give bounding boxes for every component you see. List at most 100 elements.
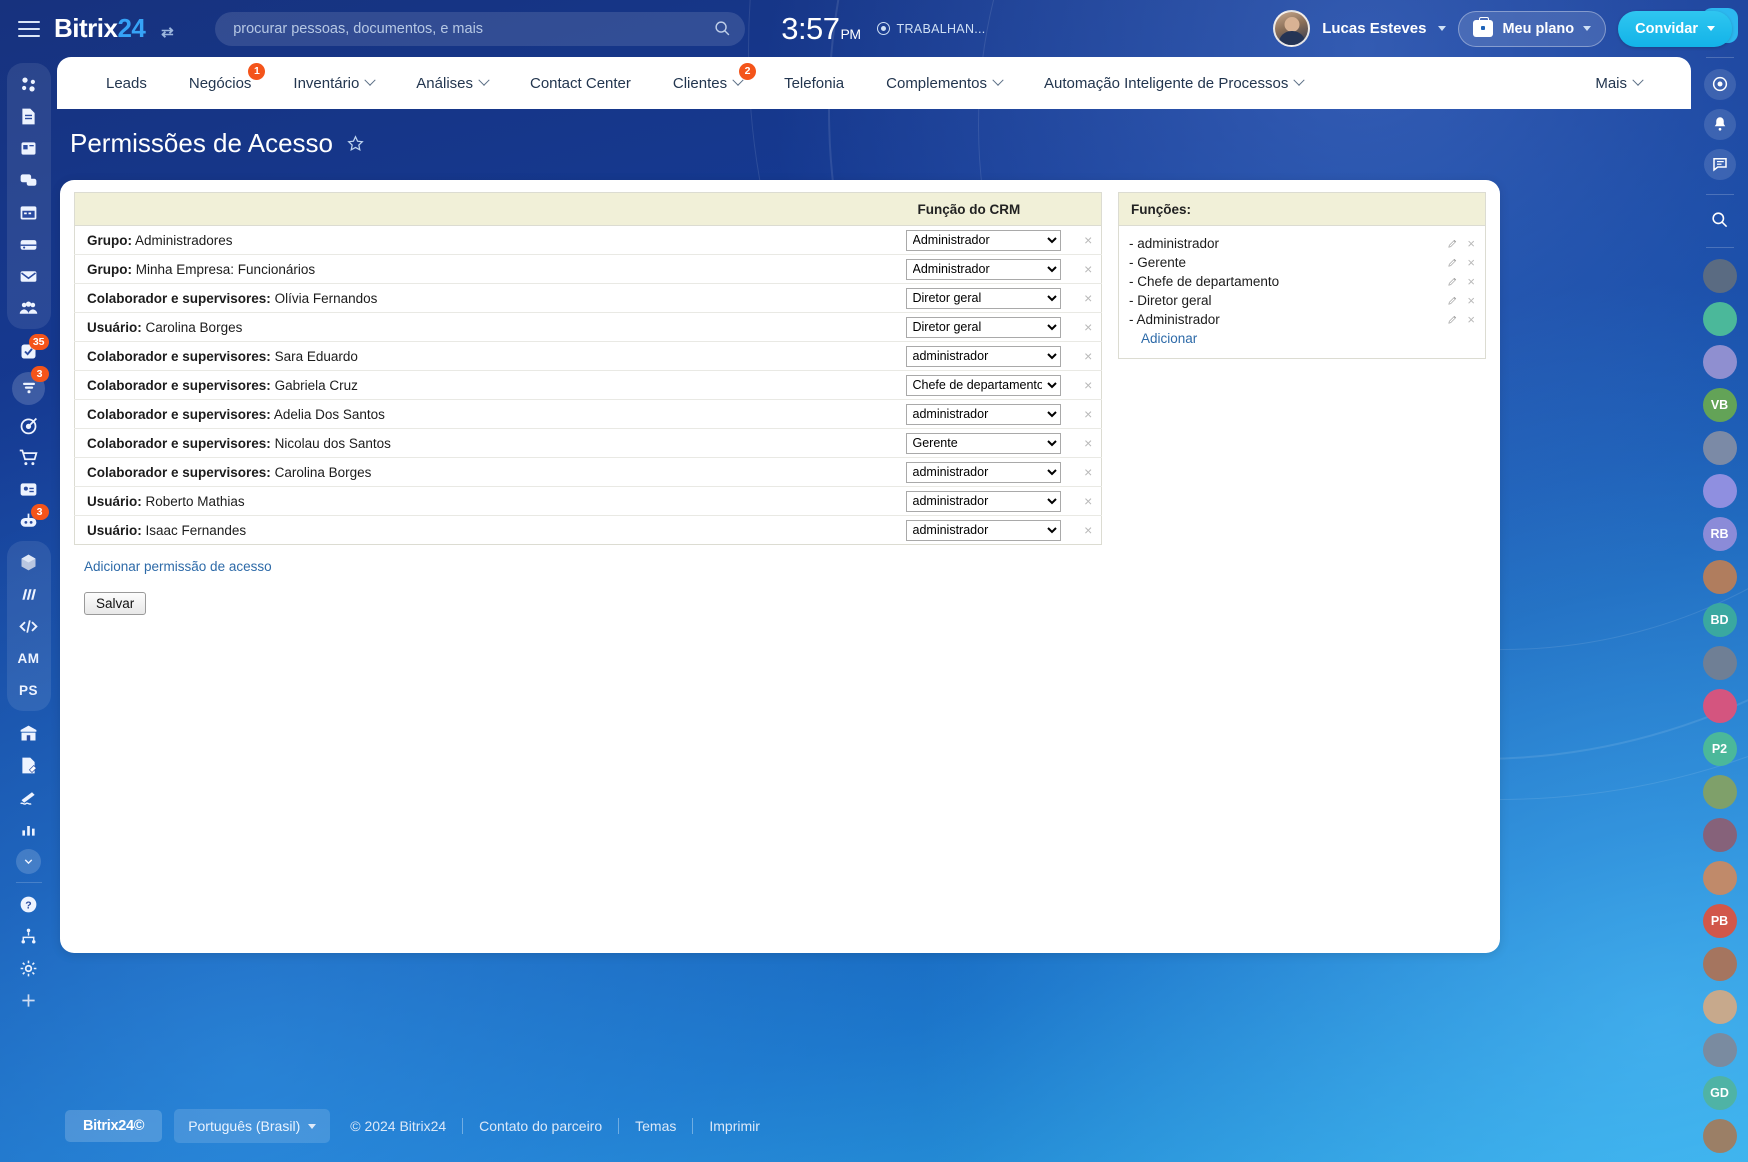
sidebar-item-news[interactable] [7,132,51,164]
sidebar-item-calendar[interactable] [7,196,51,228]
add-access-permission-link[interactable]: Adicionar permissão de acesso [84,559,272,574]
close-icon[interactable]: × [1467,237,1475,250]
nav-item-clientes[interactable]: Clientes2 [652,57,763,109]
notifications-button[interactable] [1704,109,1736,140]
my-plan-button[interactable]: Meu plano [1458,11,1606,47]
close-icon[interactable]: × [1084,407,1092,421]
close-icon[interactable]: × [1084,320,1092,334]
role-select[interactable]: administradorGerenteChefe de departament… [906,230,1061,251]
sidebar-item-drive[interactable] [7,228,51,260]
close-icon[interactable]: × [1467,256,1475,269]
global-search[interactable] [215,12,745,46]
hamburger-icon[interactable] [18,21,40,37]
role-select[interactable]: administradorGerenteChefe de departament… [906,346,1061,367]
sidebar-item-groups[interactable] [7,292,51,324]
nav-item-neg-cios[interactable]: Negócios1 [168,57,273,109]
avatar[interactable]: PB [1703,904,1737,938]
avatar[interactable] [1703,1033,1737,1067]
language-selector[interactable]: Português (Brasil) [174,1109,330,1143]
avatar[interactable] [1703,646,1737,680]
role-select[interactable]: administradorGerenteChefe de departament… [906,520,1061,541]
sidebar-item-cart[interactable] [7,441,51,473]
avatar[interactable] [1703,775,1737,809]
role-select[interactable]: administradorGerenteChefe de departament… [906,491,1061,512]
avatar[interactable] [1703,431,1737,465]
close-icon[interactable]: × [1084,378,1092,392]
sidebar-item-bot[interactable]: 3 [7,505,51,537]
sidebar-item-code[interactable] [7,610,51,642]
close-icon[interactable]: × [1084,523,1092,537]
pencil-icon[interactable] [1447,314,1458,325]
avatar[interactable]: RB [1703,517,1737,551]
avatar[interactable] [1703,345,1737,379]
footer-link-print[interactable]: Imprimir [709,1118,760,1134]
role-select[interactable]: administradorGerenteChefe de departament… [906,288,1061,309]
nav-item-contact-center[interactable]: Contact Center [509,57,652,109]
pencil-icon[interactable] [1447,257,1458,268]
nav-item-leads[interactable]: Leads [85,57,168,109]
close-icon[interactable]: × [1084,233,1092,247]
sidebar-item-chat[interactable] [7,164,51,196]
sidebar-item-target[interactable] [7,409,51,441]
sidebar-item-contacts[interactable] [7,473,51,505]
avatar[interactable] [1703,302,1737,336]
avatar[interactable] [1703,689,1737,723]
role-select[interactable]: administradorGerenteChefe de departament… [906,375,1061,396]
sidebar-item-sitemap[interactable] [7,920,51,952]
sidebar-item-documents[interactable] [7,100,51,132]
avatar[interactable] [1703,947,1737,981]
sidebar-item-settings[interactable] [7,952,51,984]
avatar[interactable] [1703,861,1737,895]
star-icon[interactable] [346,134,365,153]
sidebar-item-add[interactable] [7,984,51,1016]
avatar[interactable]: BD [1703,603,1737,637]
worktime-status[interactable]: TRABALHAN... [877,22,986,36]
footer-link-partner[interactable]: Contato do parceiro [479,1118,602,1134]
avatar[interactable]: GD [1703,1076,1737,1110]
role-select[interactable]: administradorGerenteChefe de departament… [906,259,1061,280]
close-icon[interactable]: × [1084,262,1092,276]
sidebar-item-analytics[interactable] [7,813,51,845]
avatar[interactable] [1703,474,1737,508]
close-icon[interactable]: × [1467,313,1475,326]
sidebar-item-slash[interactable] [7,578,51,610]
sidebar-item-network[interactable] [7,68,51,100]
close-icon[interactable]: × [1084,494,1092,508]
invite-button[interactable]: Convidar [1618,11,1732,47]
avatar[interactable]: P2 [1703,732,1737,766]
avatar[interactable] [1703,560,1737,594]
messages-button[interactable] [1704,149,1736,180]
swap-icon[interactable]: ⇄ [161,24,173,41]
role-select[interactable]: administradorGerenteChefe de departament… [906,404,1061,425]
role-select[interactable]: administradorGerenteChefe de departament… [906,462,1061,483]
nav-item-more[interactable]: Mais [1574,57,1663,109]
sidebar-item-tasks[interactable]: 35 [7,335,51,367]
nav-item-an-lises[interactable]: Análises [395,57,509,109]
role-select[interactable]: administradorGerenteChefe de departament… [906,433,1061,454]
close-icon[interactable]: × [1084,436,1092,450]
pencil-icon[interactable] [1447,276,1458,287]
sidebar-item-crm[interactable]: 3 [7,367,51,409]
close-icon[interactable]: × [1467,275,1475,288]
pencil-icon[interactable] [1447,295,1458,306]
pencil-icon[interactable] [1447,238,1458,249]
avatar[interactable] [1703,818,1737,852]
sidebar-item-collapse[interactable] [7,845,51,877]
sidebar-item-marketing[interactable] [7,781,51,813]
search-icon[interactable] [714,20,731,37]
sidebar-item-box[interactable] [7,546,51,578]
avatar[interactable] [1703,990,1737,1024]
footer-logo[interactable]: Bitrix24© [65,1110,162,1142]
sidebar-item-help[interactable]: ? [7,888,51,920]
add-role-link[interactable]: Adicionar [1141,331,1197,346]
save-button[interactable]: Salvar [84,592,146,615]
sidebar-item-am[interactable]: AM [7,642,51,674]
close-icon[interactable]: × [1467,294,1475,307]
sidebar-search-button[interactable] [1704,206,1736,233]
close-icon[interactable]: × [1084,349,1092,363]
role-select[interactable]: administradorGerenteChefe de departament… [906,317,1061,338]
sidebar-item-mail[interactable] [7,260,51,292]
nav-item-invent-rio[interactable]: Inventário [272,57,395,109]
sidebar-item-signature[interactable] [7,749,51,781]
nav-item-automa-o-inteligente-de-processos[interactable]: Automação Inteligente de Processos [1023,57,1324,109]
